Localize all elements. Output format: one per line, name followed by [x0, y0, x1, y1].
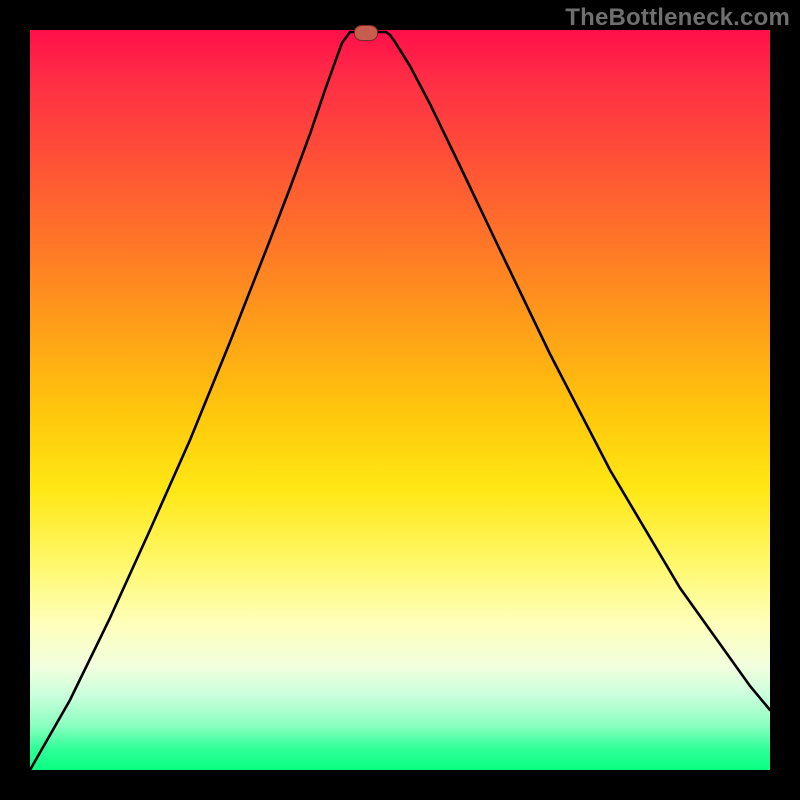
- plot-area: [30, 30, 770, 770]
- optimal-point-marker: [354, 25, 378, 41]
- chart-frame: TheBottleneck.com: [0, 0, 800, 800]
- curve-svg: [30, 30, 770, 770]
- watermark-text: TheBottleneck.com: [565, 4, 790, 32]
- bottleneck-curve: [30, 32, 770, 770]
